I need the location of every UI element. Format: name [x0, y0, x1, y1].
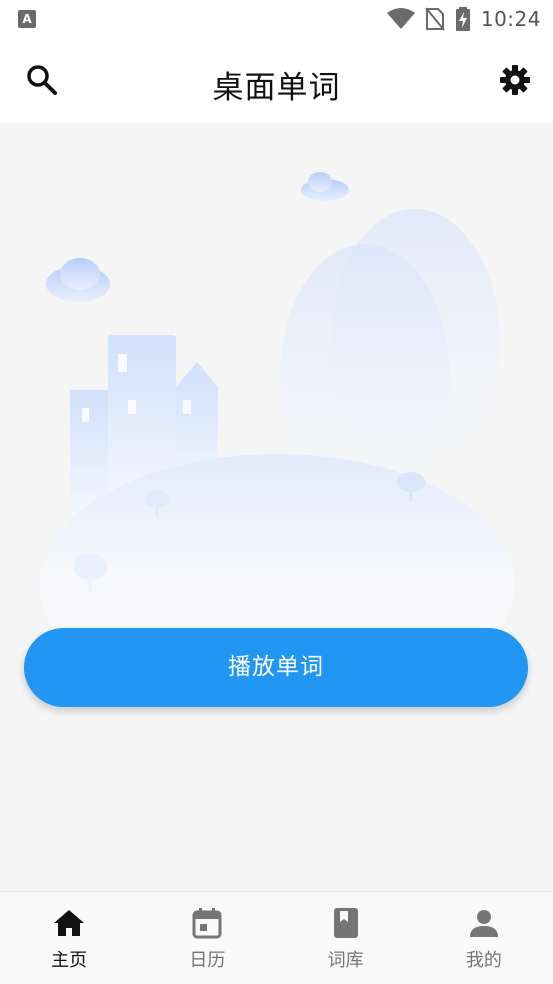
wifi-icon: [386, 8, 415, 29]
book-icon: [333, 908, 358, 938]
nav-label-calendar: 日历: [189, 950, 226, 971]
cloud-decoration: [46, 172, 349, 302]
person-icon: [469, 910, 498, 937]
nav-label-library: 词库: [327, 950, 364, 971]
nav-item-profile[interactable]: 我的: [415, 892, 553, 984]
bottom-nav: 主页 日历 词库 我的: [0, 891, 553, 984]
notification-app-icon: A: [18, 10, 36, 28]
status-bar: A 10:24: [0, 0, 553, 38]
nav-label-home: 主页: [51, 950, 88, 971]
empty-state-illustration: [39, 172, 515, 642]
nav-item-home[interactable]: 主页: [0, 892, 138, 984]
battery-charging-icon: [455, 7, 470, 31]
page-title: 桌面单词: [212, 70, 341, 106]
status-time: 10:24: [480, 7, 541, 31]
nav-item-library[interactable]: 词库: [277, 892, 415, 984]
no-sim-icon: [425, 7, 445, 31]
nav-item-calendar[interactable]: 日历: [138, 892, 276, 984]
nav-label-profile: 我的: [465, 950, 502, 971]
app-bar: 桌面单词: [0, 38, 553, 122]
settings-icon: [500, 65, 530, 95]
status-icons: 10:24: [386, 6, 541, 32]
settings-button[interactable]: [497, 62, 533, 98]
play-words-button[interactable]: 播放单词: [24, 628, 528, 707]
calendar-icon: [192, 908, 222, 939]
home-icon: [54, 910, 85, 936]
